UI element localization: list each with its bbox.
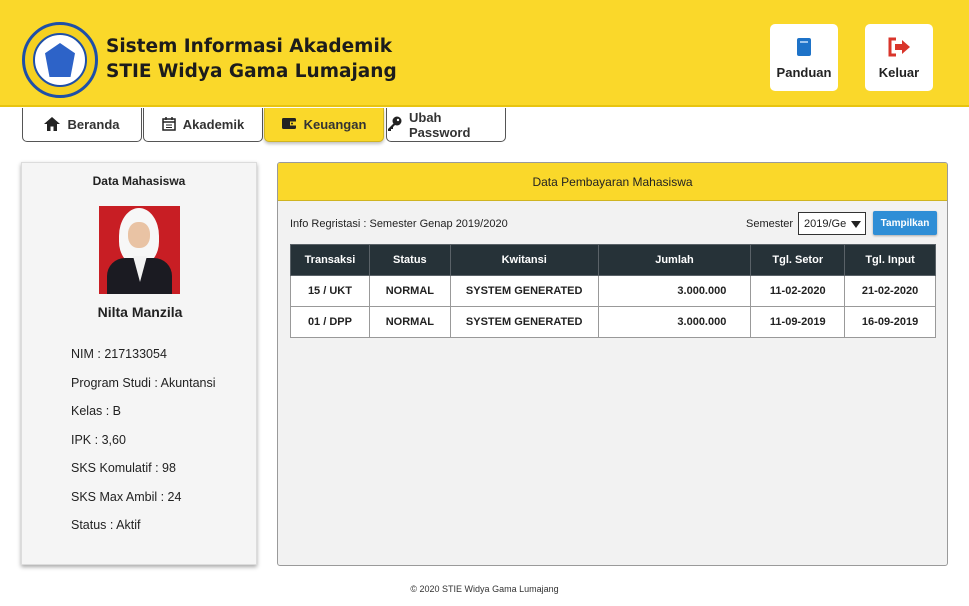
student-class: Kelas : B bbox=[71, 404, 122, 418]
cell-status: NORMAL bbox=[368, 306, 451, 338]
column-header: Tgl. Setor bbox=[750, 244, 846, 276]
student-info-list: NIM : 217133054 Program Studi : Akuntans… bbox=[71, 347, 216, 547]
registration-info: Info Regristasi : Semester Genap 2019/20… bbox=[290, 218, 508, 230]
student-card-title: Data Mahasiswa bbox=[92, 174, 186, 188]
column-header: Status bbox=[368, 244, 451, 276]
college-logo bbox=[22, 22, 98, 98]
student-nim: NIM : 217133054 bbox=[71, 347, 167, 361]
cell-status: NORMAL bbox=[368, 275, 451, 307]
logout-label: Keluar bbox=[878, 65, 920, 80]
cell-deposit-date: 11-02-2020 bbox=[750, 275, 846, 307]
table-header-row: Transaksi Status Kwitansi Jumlah Tgl. Se… bbox=[290, 244, 936, 276]
tab-label: Ubah Password bbox=[409, 109, 471, 140]
student-credits-total: SKS Komulatif : 98 bbox=[71, 461, 176, 475]
calendar-icon bbox=[162, 116, 176, 133]
semester-select[interactable]: 2019/Ge bbox=[798, 212, 866, 235]
caret-down-icon bbox=[851, 221, 861, 228]
home-icon bbox=[44, 116, 61, 133]
payment-table: Transaksi Status Kwitansi Jumlah Tgl. Se… bbox=[290, 244, 936, 338]
cell-transaction: 15 / UKT bbox=[290, 275, 370, 307]
panduan-button[interactable]: Panduan bbox=[770, 24, 838, 91]
cell-amount: 3.000.000 bbox=[597, 275, 752, 307]
wallet-icon bbox=[281, 117, 297, 132]
student-gpa: IPK : 3,60 bbox=[71, 432, 126, 447]
cell-receipt: SYSTEM GENERATED bbox=[449, 275, 599, 307]
cell-transaction: 01 / DPP bbox=[290, 306, 370, 338]
footer-text: 2020 STIE Widya Gama Lumajang bbox=[419, 584, 559, 594]
tab-beranda[interactable]: Beranda bbox=[22, 108, 142, 142]
student-credits-max: SKS Max Ambil : 24 bbox=[71, 489, 182, 504]
header: Sistem Informasi Akademik STIE Widya Gam… bbox=[0, 0, 969, 107]
student-card: Data Mahasiswa Nilta Manzila NIM : 21713… bbox=[21, 162, 257, 565]
app-title: Sistem Informasi Akademik STIE Widya Gam… bbox=[106, 34, 397, 84]
tab-label: Akademik bbox=[182, 117, 245, 132]
cell-deposit-date: 11-09-2019 bbox=[750, 306, 846, 338]
app-title-line1: Sistem Informasi Akademik bbox=[106, 36, 393, 57]
semester-label: Semester bbox=[746, 218, 794, 230]
student-name: Nilta Manzila bbox=[97, 304, 183, 320]
tab-keuangan[interactable]: Keuangan bbox=[264, 108, 384, 142]
table-row: 15 / UKT NORMAL SYSTEM GENERATED 3.000.0… bbox=[290, 275, 936, 307]
tab-label: Keuangan bbox=[303, 117, 367, 132]
sign-out-icon bbox=[887, 35, 911, 59]
column-header: Jumlah bbox=[597, 244, 752, 276]
footer: © 2020 STIE Widya Gama Lumajang bbox=[0, 584, 969, 594]
column-header: Tgl. Input bbox=[844, 244, 936, 276]
column-header: Transaksi bbox=[290, 244, 370, 276]
logout-button[interactable]: Keluar bbox=[865, 24, 933, 91]
book-icon bbox=[797, 35, 811, 59]
table-row: 01 / DPP NORMAL SYSTEM GENERATED 3.000.0… bbox=[290, 306, 936, 338]
column-header: Kwitansi bbox=[449, 244, 599, 276]
payment-panel: Data Pembayaran Mahasiswa Info Regristas… bbox=[277, 162, 948, 566]
cell-input-date: 21-02-2020 bbox=[844, 275, 936, 307]
cell-input-date: 16-09-2019 bbox=[844, 306, 936, 338]
panduan-label: Panduan bbox=[776, 65, 832, 80]
student-status: Status : Aktif bbox=[71, 518, 141, 532]
cell-receipt: SYSTEM GENERATED bbox=[449, 306, 599, 338]
cell-amount: 3.000.000 bbox=[597, 306, 752, 338]
tab-akademik[interactable]: Akademik bbox=[143, 108, 263, 142]
show-button[interactable]: Tampilkan bbox=[873, 211, 937, 235]
app-title-line2: STIE Widya Gama Lumajang bbox=[106, 61, 397, 82]
key-icon bbox=[387, 116, 402, 133]
tab-ubah-password[interactable]: Ubah Password bbox=[386, 108, 506, 142]
tab-label: Beranda bbox=[67, 117, 120, 132]
copyright-icon: © bbox=[410, 584, 418, 594]
payment-panel-title: Data Pembayaran Mahasiswa bbox=[278, 163, 947, 201]
student-photo bbox=[99, 206, 180, 294]
semester-value: 2019/Ge bbox=[804, 217, 847, 230]
student-program: Program Studi : Akuntansi bbox=[71, 375, 216, 390]
